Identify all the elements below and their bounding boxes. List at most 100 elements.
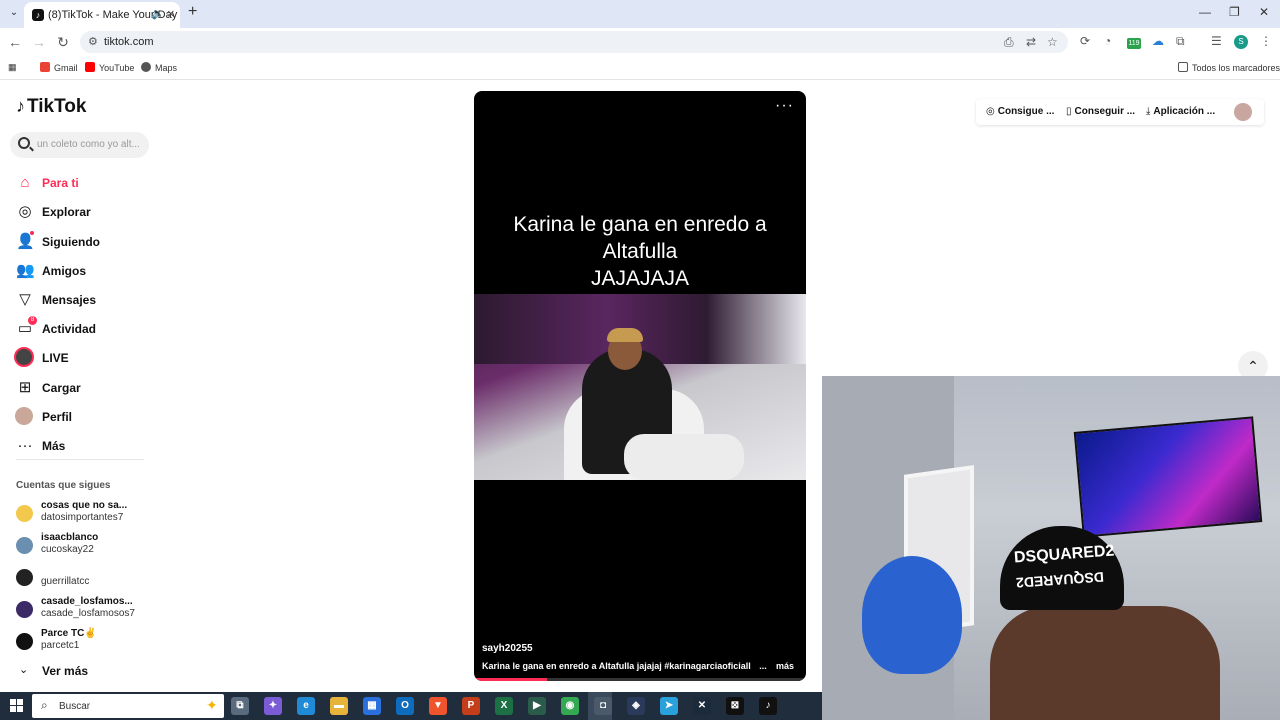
webcam-cap xyxy=(1000,526,1124,610)
nav-perfil[interactable]: Perfil xyxy=(15,406,156,430)
video-progress-bar[interactable] xyxy=(474,678,806,681)
following-account[interactable]: cosas que no sa... datosimportantes7 xyxy=(16,500,156,528)
get-app-button[interactable]: ▯ Conseguir ... xyxy=(1066,106,1135,117)
folder-icon xyxy=(1178,62,1188,72)
install-app-icon[interactable]: ⎙ xyxy=(1004,35,1014,50)
windows-start-icon[interactable] xyxy=(10,699,23,712)
nav-mensajes[interactable]: ▽ Mensajes xyxy=(16,289,156,313)
following-account[interactable]: isaacblanco cucoskay22 xyxy=(16,532,156,560)
site-info-icon[interactable]: ⚙ xyxy=(88,35,98,48)
capcut-alt-icon[interactable]: ⊠ xyxy=(726,697,744,715)
nav-cargar[interactable]: ⊞ Cargar xyxy=(16,377,156,401)
reading-list-icon[interactable]: ☰ xyxy=(1211,34,1222,48)
search-highlight-icon: ✦ xyxy=(206,697,218,713)
file-explorer-icon[interactable]: ▬ xyxy=(330,697,348,715)
minimize-icon[interactable]: — xyxy=(1199,5,1211,19)
nav-live[interactable]: LIVE xyxy=(14,347,156,371)
following-account[interactable]: Parce TC✌️ parcetc1 xyxy=(16,628,156,656)
webcam-person xyxy=(990,606,1220,720)
browser-tab-bar: ⌄ ♪ (8)TikTok - Make Your Day 🔈 × + — ❐ … xyxy=(0,0,1280,28)
bookmark-youtube[interactable]: YouTube xyxy=(85,62,134,73)
excel-icon[interactable]: X xyxy=(495,697,513,715)
profile-avatar[interactable]: S xyxy=(1234,35,1248,49)
nav-amigos[interactable]: 👥 Amigos xyxy=(16,260,156,284)
tab-search-icon[interactable]: ⌄ xyxy=(6,4,22,22)
edge-icon[interactable]: e xyxy=(297,697,315,715)
account-handle: datosimportantes7 xyxy=(41,512,124,523)
bookmark-star-icon[interactable]: ☆ xyxy=(1047,35,1058,49)
video-more-button[interactable]: más xyxy=(776,661,794,671)
youtube-icon xyxy=(85,62,95,72)
davinci-icon[interactable]: ◈ xyxy=(627,697,645,715)
account-avatar xyxy=(16,633,33,650)
reload-icon[interactable]: ↻ xyxy=(54,34,72,51)
browser-tab[interactable]: ♪ (8)TikTok - Make Your Day 🔈 × xyxy=(24,2,180,28)
video-options-icon[interactable]: ··· xyxy=(775,97,794,115)
translate-icon[interactable]: ⇄ xyxy=(1026,35,1036,49)
restore-icon[interactable]: ❐ xyxy=(1229,5,1240,19)
user-avatar[interactable] xyxy=(1234,103,1252,121)
tiktok-favicon-icon: ♪ xyxy=(32,9,44,21)
account-avatar xyxy=(16,569,33,586)
task-view-icon[interactable]: ⧉ xyxy=(231,697,249,715)
following-account[interactable]: casade_losfamos... casade_losfamosos7 xyxy=(16,596,156,624)
new-tab-icon[interactable]: + xyxy=(188,3,197,21)
coin-icon: ◎ xyxy=(986,106,995,117)
taskbar-search[interactable]: ⌕ Buscar ✦ xyxy=(32,694,224,718)
audio-playing-icon[interactable]: 🔈 xyxy=(151,7,165,20)
nav-siguiendo[interactable]: 👤 Siguiendo xyxy=(16,231,156,255)
video-player[interactable]: ··· Karina le gana en enredo a Altafulla… xyxy=(474,91,806,681)
extension-icon[interactable]: ⟳ xyxy=(1080,34,1090,48)
bookmark-maps[interactable]: Maps xyxy=(141,62,177,73)
forward-icon[interactable]: → xyxy=(30,34,48,50)
close-window-icon[interactable]: ✕ xyxy=(1259,5,1269,19)
all-bookmarks[interactable]: Todos los marcadores xyxy=(1178,62,1280,73)
search-icon[interactable] xyxy=(18,137,30,149)
account-handle: parcetc1 xyxy=(41,640,80,651)
extension-icon[interactable]: ◔ xyxy=(1104,34,1111,48)
more-icon: ··· xyxy=(17,437,33,454)
store-icon[interactable]: ▦ xyxy=(363,697,381,715)
account-handle: guerrillatcc xyxy=(41,576,90,587)
messages-icon: ▽ xyxy=(19,291,31,308)
video-description: Karina le gana en enredo a Altafulla jaj… xyxy=(482,661,767,671)
tiktok-logo[interactable]: ♪ TikTok xyxy=(16,96,86,118)
telegram-icon[interactable]: ➤ xyxy=(660,697,678,715)
bookmark-gmail[interactable]: Gmail xyxy=(40,62,78,73)
webcam-tv xyxy=(1073,416,1263,538)
address-bar[interactable]: ⚙ tiktok.com ⎙ ⇄ ☆ xyxy=(80,31,1068,53)
account-name: cosas que no sa... xyxy=(41,500,128,511)
tiktok-icon[interactable]: ♪ xyxy=(759,697,777,715)
nav-actividad[interactable]: ▭ 8 Actividad xyxy=(16,316,156,342)
close-tab-icon[interactable]: × xyxy=(167,6,175,21)
account-avatar xyxy=(16,537,33,554)
capcut-icon[interactable]: ✕ xyxy=(693,697,711,715)
app-icon[interactable]: ▶ xyxy=(528,697,546,715)
brave-icon[interactable]: ▼ xyxy=(429,697,447,715)
chrome-icon[interactable]: ◉ xyxy=(561,697,579,715)
following-account[interactable]: guerrillatcc xyxy=(16,564,156,592)
nav-para-ti[interactable]: ⌂ Para ti xyxy=(16,172,156,196)
person-pants xyxy=(624,434,744,480)
account-handle: cucoskay22 xyxy=(41,544,94,555)
account-avatar xyxy=(16,601,33,618)
video-author[interactable]: sayh20255 xyxy=(482,643,533,654)
following-section-title: Cuentas que sigues xyxy=(16,480,111,491)
camera-icon[interactable]: ◘ xyxy=(594,697,612,715)
menu-kebab-icon[interactable]: ⋮ xyxy=(1260,34,1272,48)
nav-mas[interactable]: ··· Más xyxy=(16,435,156,459)
browser-toolbar: ← → ↻ ⚙ tiktok.com ⎙ ⇄ ☆ ⟳ ◔ ☁ ⧉ ☰ ⋮ xyxy=(0,28,1280,56)
copilot-icon[interactable]: ✦ xyxy=(264,697,282,715)
apps-grid-icon[interactable]: ▦ xyxy=(8,62,17,73)
coins-button[interactable]: ◎ Consigue ... xyxy=(986,106,1054,117)
search-input[interactable]: un coleto como yo alt... xyxy=(10,132,149,158)
desktop-app-button[interactable]: ⤓ Aplicación ... xyxy=(1146,106,1215,117)
cloud-extension-icon[interactable]: ☁ xyxy=(1152,34,1164,48)
gmail-icon xyxy=(40,62,50,72)
back-icon[interactable]: ← xyxy=(6,34,24,50)
outlook-icon[interactable]: O xyxy=(396,697,414,715)
extensions-puzzle-icon[interactable]: ⧉ xyxy=(1176,34,1185,49)
nav-explorar[interactable]: ◎ Explorar xyxy=(16,201,156,225)
powerpoint-icon[interactable]: P xyxy=(462,697,480,715)
activity-badge: 8 xyxy=(28,316,37,325)
